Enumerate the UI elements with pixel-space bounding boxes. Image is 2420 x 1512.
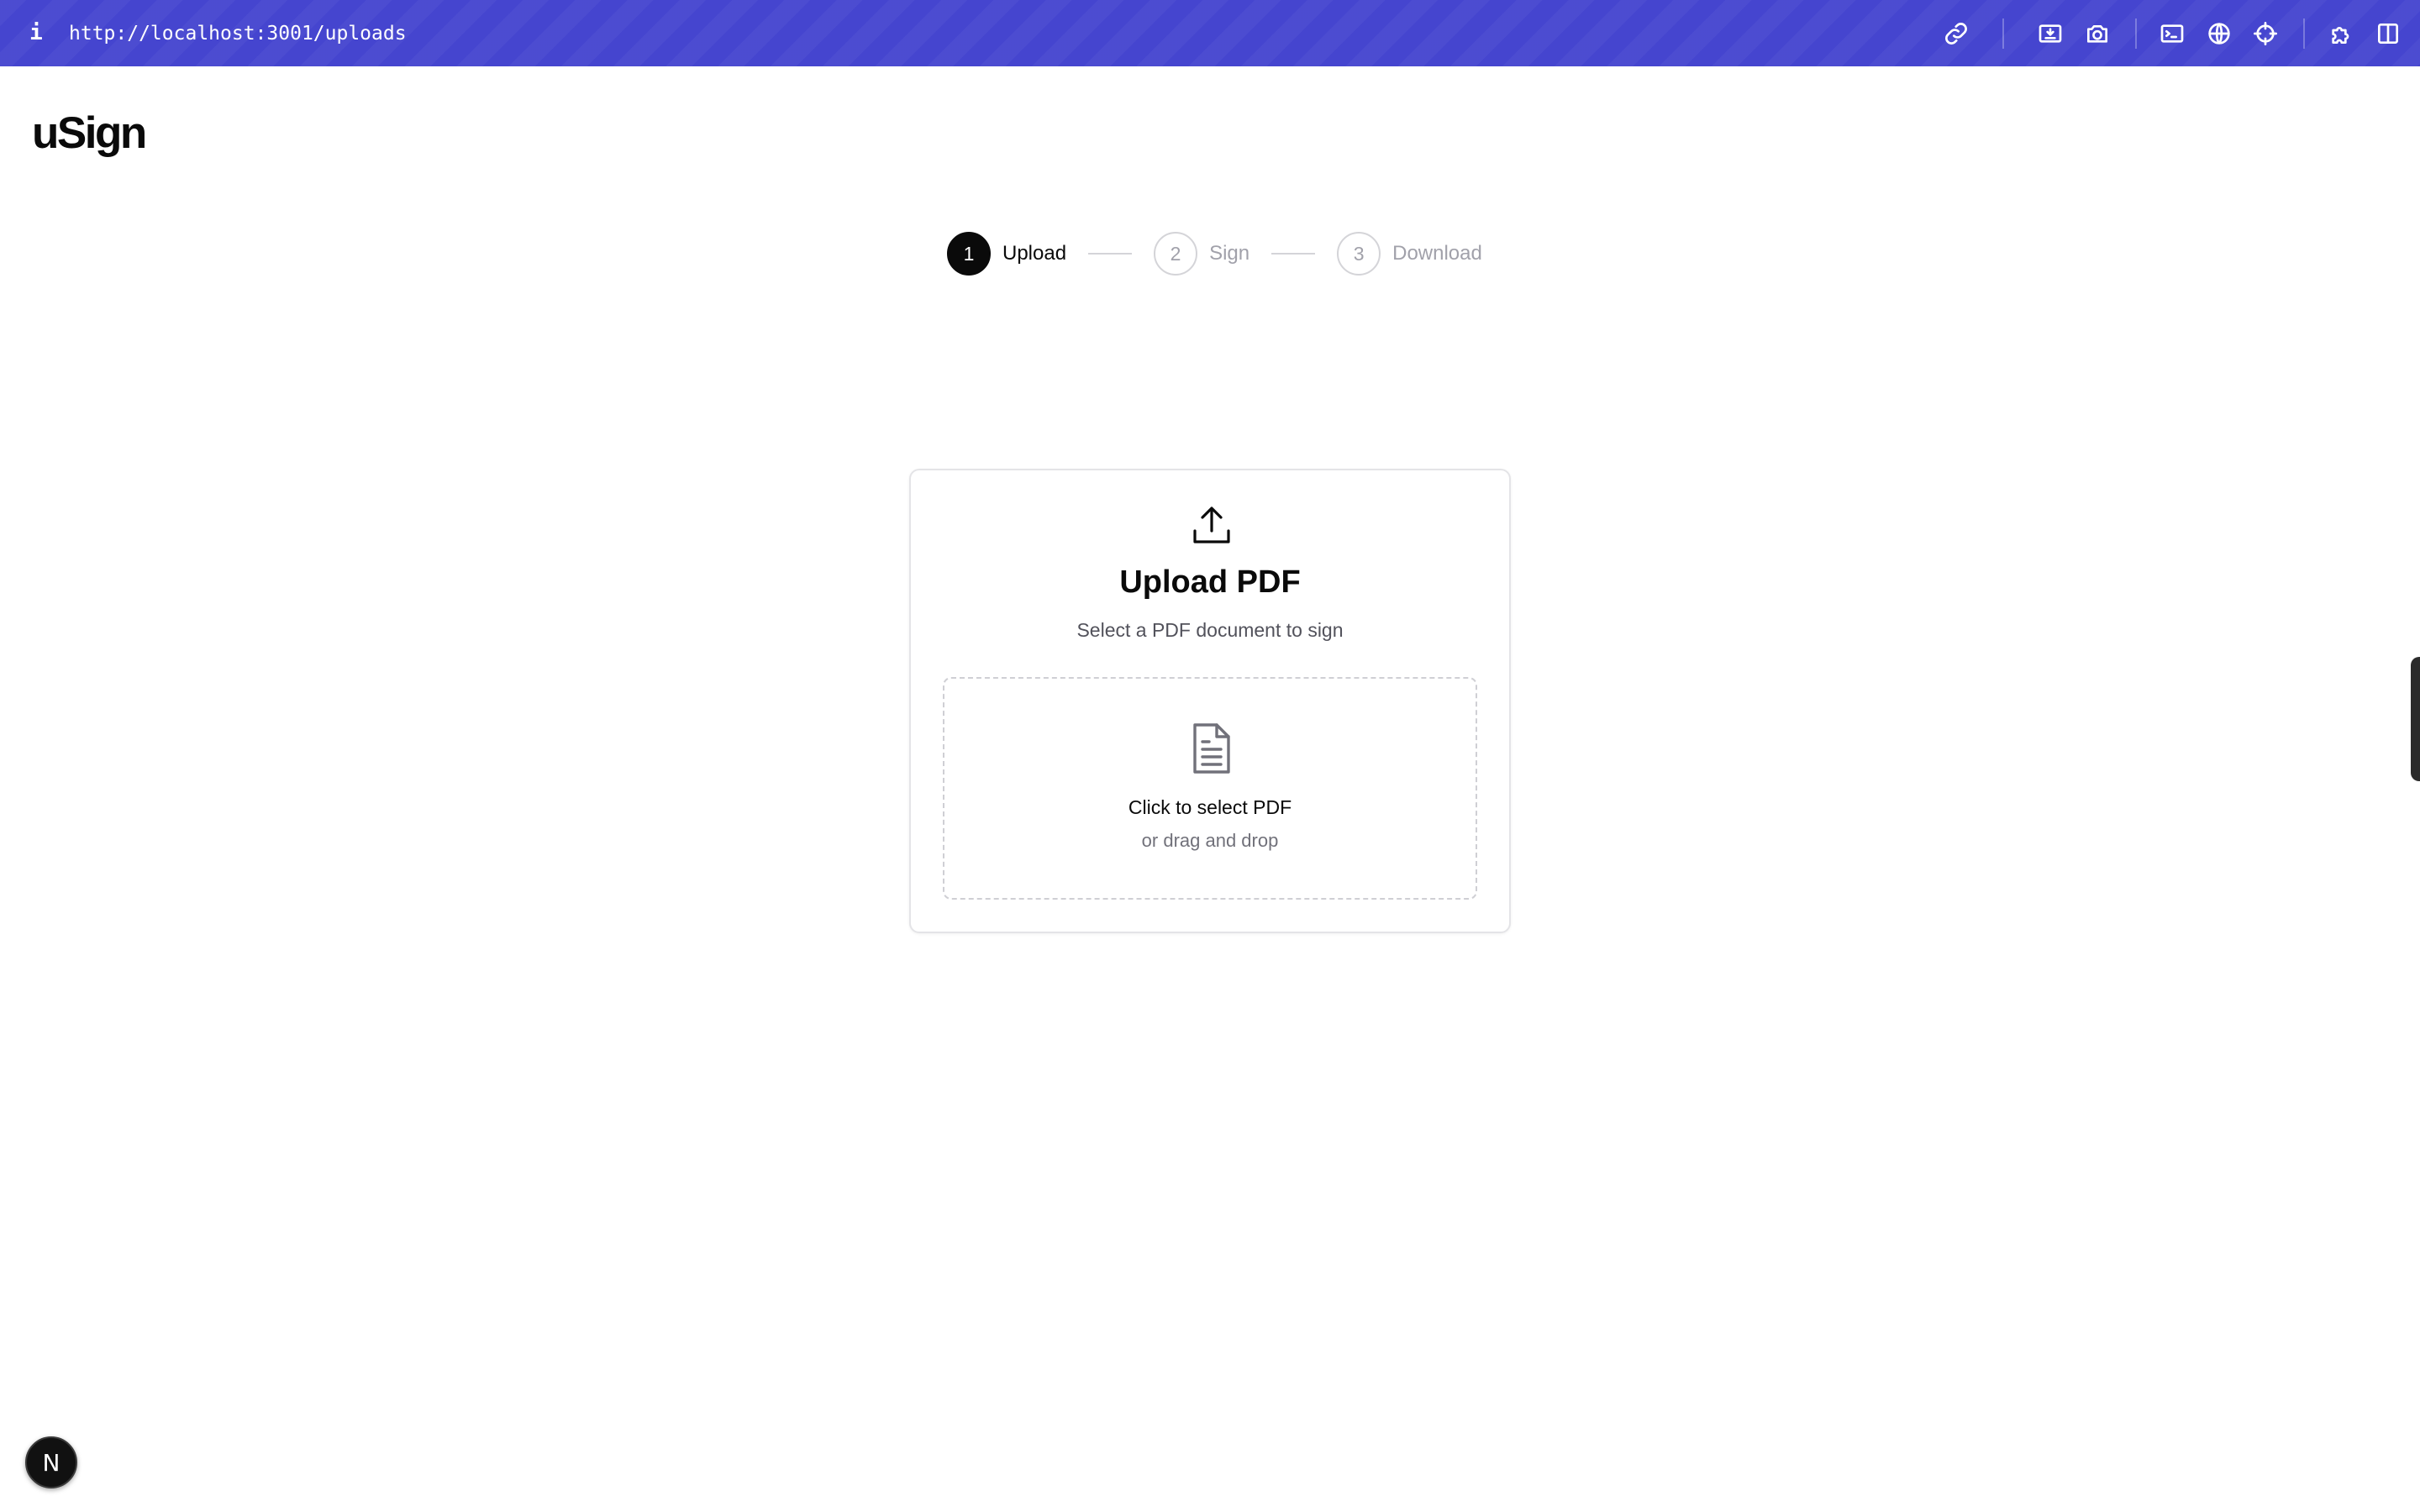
step-sign: 2 Sign (1154, 232, 1249, 276)
puzzle-icon[interactable] (2324, 17, 2358, 50)
step-label: Download (1392, 242, 1482, 265)
info-icon[interactable]: i (25, 18, 47, 47)
dropzone-subtitle: or drag and drop (1141, 830, 1279, 851)
step-download: 3 Download (1337, 232, 1482, 276)
address-bar[interactable]: http://localhost:3001/uploads (69, 18, 407, 49)
dropzone-title: Click to select PDF (1128, 796, 1292, 818)
browser-toolbar: i http://localhost:3001/uploads (0, 0, 2420, 66)
step-label: Upload (1002, 242, 1067, 265)
step-connector (1271, 253, 1316, 255)
upload-icon (1190, 504, 1234, 548)
camera-icon[interactable] (2081, 17, 2114, 50)
step-label: Sign (1209, 242, 1250, 265)
pdf-dropzone[interactable]: Click to select PDF or drag and drop (943, 677, 1477, 900)
step-number: 3 (1337, 232, 1381, 276)
toolbar-divider (2002, 18, 2004, 49)
step-connector (1088, 253, 1133, 255)
toolbar-divider (2303, 18, 2305, 49)
file-text-icon (1188, 722, 1235, 774)
step-number: 1 (947, 232, 991, 276)
progress-stepper: 1 Upload 2 Sign 3 Download (947, 232, 1482, 276)
sidebar-icon[interactable] (2371, 17, 2405, 50)
toolbar-divider (2135, 18, 2137, 49)
dev-tools-badge[interactable]: N (25, 1436, 77, 1488)
card-title: Upload PDF (1119, 564, 1301, 600)
app-logo[interactable]: uSign (32, 108, 147, 159)
capture-icon[interactable] (2033, 17, 2067, 50)
card-subtitle: Select a PDF document to sign (1076, 619, 1344, 641)
step-upload: 1 Upload (947, 232, 1066, 276)
side-panel-handle[interactable] (2411, 657, 2420, 781)
link-icon[interactable] (1939, 17, 1973, 50)
step-number: 2 (1154, 232, 1198, 276)
crosshair-icon[interactable] (2249, 17, 2282, 50)
terminal-icon[interactable] (2155, 17, 2189, 50)
globe-icon[interactable] (2202, 17, 2236, 50)
upload-card: Upload PDF Select a PDF document to sign… (909, 469, 1511, 933)
